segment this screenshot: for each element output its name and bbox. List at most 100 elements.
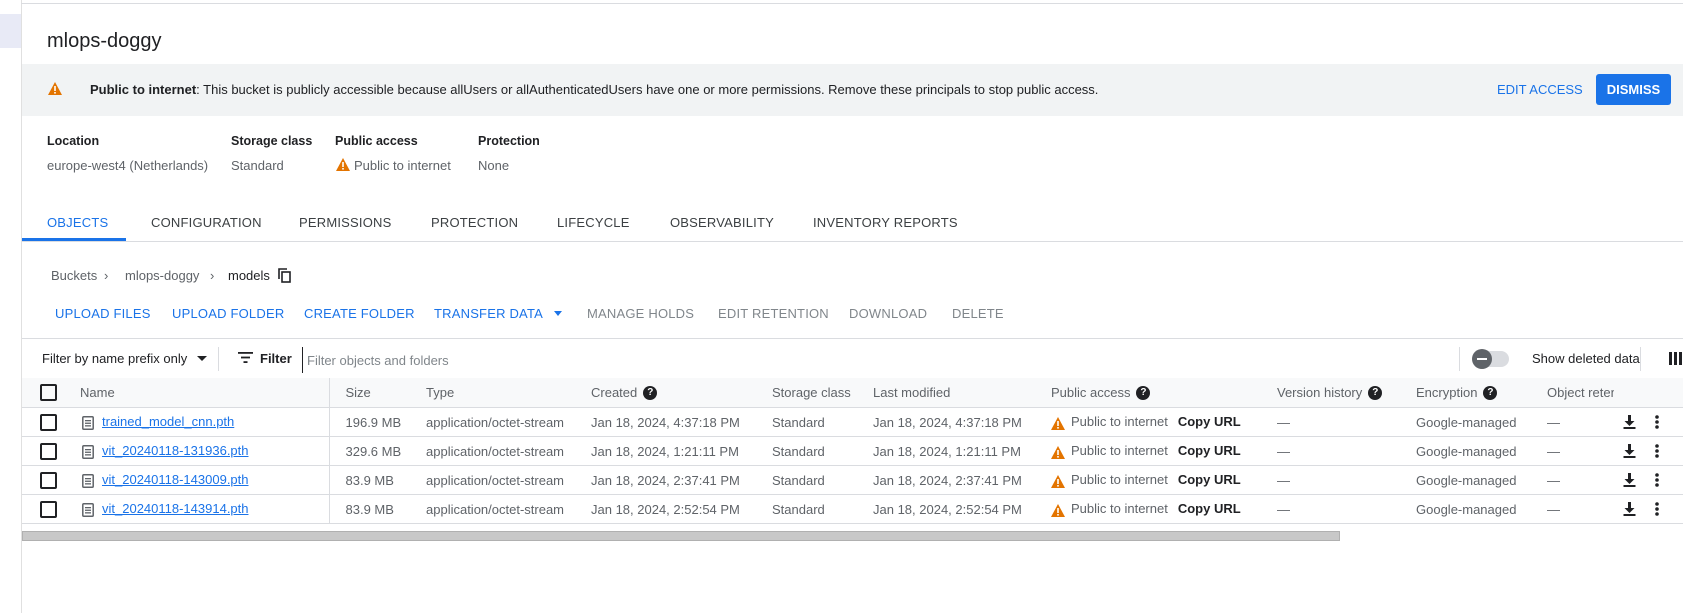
version-history-cell: — bbox=[1277, 465, 1416, 495]
header-public-access[interactable]: Public access? bbox=[1051, 378, 1277, 408]
name-cell: vit_20240118-143009.pth bbox=[80, 465, 330, 495]
object-name-link[interactable]: vit_20240118-131936.pth bbox=[102, 443, 249, 458]
warning-triangle-icon bbox=[1051, 474, 1065, 488]
size-cell: 329.6 MB bbox=[329, 436, 416, 466]
tab-protection[interactable]: PROTECTION bbox=[431, 215, 518, 230]
top-divider bbox=[21, 3, 1683, 4]
type-cell: application/octet-stream bbox=[416, 407, 591, 437]
table-row[interactable]: trained_model_cnn.pth 196.9 MB applicati… bbox=[22, 407, 1683, 437]
banner-text: : This bucket is publicly accessible bec… bbox=[196, 82, 1099, 97]
active-tab-indicator bbox=[22, 238, 126, 241]
row-checkbox[interactable] bbox=[40, 471, 57, 489]
last-modified-cell: Jan 18, 2024, 1:21:11 PM bbox=[873, 436, 1051, 466]
more-vert-icon[interactable] bbox=[1655, 473, 1659, 487]
object-name-link[interactable]: vit_20240118-143914.pth bbox=[102, 501, 249, 516]
help-icon[interactable]: ? bbox=[1368, 386, 1383, 401]
type-cell: application/octet-stream bbox=[416, 465, 591, 495]
dismiss-button[interactable]: DISMISS bbox=[1596, 74, 1671, 105]
copy-url-link[interactable]: Copy URL bbox=[1178, 472, 1241, 487]
breadcrumb-bucket[interactable]: mlops-doggy bbox=[125, 268, 199, 283]
tab-objects[interactable]: OBJECTS bbox=[47, 215, 108, 230]
header-name[interactable]: Name bbox=[80, 378, 330, 408]
divider bbox=[1459, 347, 1460, 371]
row-checkbox[interactable] bbox=[40, 413, 57, 431]
tab-inventory-reports[interactable]: INVENTORY REPORTS bbox=[813, 215, 958, 230]
copy-url-link[interactable]: Copy URL bbox=[1178, 501, 1241, 516]
table-row[interactable]: vit_20240118-131936.pth 329.6 MB applica… bbox=[22, 436, 1683, 466]
type-cell: application/octet-stream bbox=[416, 436, 591, 466]
retention-cell: — bbox=[1547, 407, 1614, 437]
filter-prefix-dropdown[interactable]: Filter by name prefix only bbox=[42, 351, 207, 366]
version-history-cell: — bbox=[1277, 407, 1416, 437]
filter-input[interactable] bbox=[302, 347, 1209, 373]
transfer-data-button[interactable]: TRANSFER DATA bbox=[434, 306, 563, 321]
created-cell: Jan 18, 2024, 2:37:41 PM bbox=[591, 465, 768, 495]
tab-lifecycle[interactable]: LIFECYCLE bbox=[557, 215, 630, 230]
copy-icon[interactable] bbox=[278, 268, 291, 283]
header-object-retention[interactable]: Object reten bbox=[1547, 378, 1614, 408]
header-encryption[interactable]: Encryption? bbox=[1416, 378, 1547, 408]
tab-configuration[interactable]: CONFIGURATION bbox=[151, 215, 262, 230]
name-cell: trained_model_cnn.pth bbox=[80, 407, 330, 437]
header-storage-class[interactable]: Storage class bbox=[768, 378, 873, 408]
help-icon[interactable]: ? bbox=[1483, 386, 1498, 401]
help-icon[interactable]: ? bbox=[1136, 386, 1151, 401]
table-row[interactable]: vit_20240118-143009.pth 83.9 MB applicat… bbox=[22, 465, 1683, 495]
copy-url-link[interactable]: Copy URL bbox=[1178, 414, 1241, 429]
tab-observability[interactable]: OBSERVABILITY bbox=[670, 215, 774, 230]
header-created[interactable]: Created? bbox=[591, 378, 768, 408]
last-modified-cell: Jan 18, 2024, 4:37:18 PM bbox=[873, 407, 1051, 437]
more-vert-icon[interactable] bbox=[1655, 415, 1659, 429]
header-version-history[interactable]: Version history? bbox=[1277, 378, 1416, 408]
edit-access-button[interactable]: EDIT ACCESS bbox=[1497, 82, 1583, 97]
name-cell: vit_20240118-143914.pth bbox=[80, 494, 330, 524]
download-icon[interactable] bbox=[1623, 415, 1636, 429]
copy-url-link[interactable]: Copy URL bbox=[1178, 443, 1241, 458]
column-display-icon[interactable] bbox=[1669, 352, 1682, 365]
upload-files-button[interactable]: UPLOAD FILES bbox=[55, 306, 151, 321]
upload-folder-button[interactable]: UPLOAD FOLDER bbox=[172, 306, 284, 321]
filter-lines-icon bbox=[238, 352, 253, 363]
delete-button[interactable]: DELETE bbox=[952, 306, 1004, 321]
select-all-checkbox[interactable] bbox=[40, 384, 57, 402]
header-size[interactable]: Size bbox=[329, 378, 416, 408]
page-title: mlops-doggy bbox=[47, 30, 162, 52]
help-icon[interactable]: ? bbox=[643, 386, 658, 401]
object-name-link[interactable]: vit_20240118-143009.pth bbox=[102, 472, 249, 487]
row-checkbox[interactable] bbox=[40, 500, 57, 518]
warning-triangle-icon bbox=[336, 158, 350, 171]
more-vert-icon[interactable] bbox=[1655, 502, 1659, 516]
protection-value: None bbox=[478, 158, 510, 173]
public-access-banner: Public to internet: This bucket is publi… bbox=[22, 64, 1683, 116]
size-cell: 83.9 MB bbox=[329, 465, 416, 495]
download-icon[interactable] bbox=[1623, 502, 1636, 516]
show-deleted-label: Show deleted data bbox=[1532, 351, 1640, 366]
breadcrumb-folder: models bbox=[228, 268, 270, 283]
row-checkbox[interactable] bbox=[40, 442, 57, 460]
row-actions-cell bbox=[1614, 407, 1683, 437]
breadcrumb-buckets[interactable]: Buckets bbox=[51, 268, 97, 283]
public-access-text: Public to internet bbox=[354, 158, 451, 173]
divider bbox=[218, 347, 219, 371]
table-row[interactable]: vit_20240118-143914.pth 83.9 MB applicat… bbox=[22, 494, 1683, 524]
download-icon[interactable] bbox=[1623, 473, 1636, 487]
download-button[interactable]: DOWNLOAD bbox=[849, 306, 927, 321]
file-icon bbox=[82, 473, 94, 488]
warning-triangle-icon bbox=[1051, 503, 1065, 517]
manage-holds-button[interactable]: MANAGE HOLDS bbox=[587, 306, 694, 321]
horizontal-scrollbar[interactable] bbox=[22, 531, 1340, 541]
show-deleted-toggle[interactable] bbox=[1472, 349, 1509, 369]
object-name-link[interactable]: trained_model_cnn.pth bbox=[102, 414, 234, 429]
header-last-modified[interactable]: Last modified bbox=[873, 378, 1051, 408]
public-access-label: Public access bbox=[335, 134, 418, 148]
create-folder-button[interactable]: CREATE FOLDER bbox=[304, 306, 415, 321]
left-nav-active-item[interactable] bbox=[0, 14, 21, 48]
header-actions bbox=[1614, 378, 1683, 408]
more-vert-icon[interactable] bbox=[1655, 444, 1659, 458]
header-encryption-label: Encryption bbox=[1416, 384, 1478, 400]
header-type[interactable]: Type bbox=[416, 378, 591, 408]
download-icon[interactable] bbox=[1623, 444, 1636, 458]
tab-permissions[interactable]: PERMISSIONS bbox=[299, 215, 392, 230]
filter-prefix-label: Filter by name prefix only bbox=[42, 351, 188, 366]
edit-retention-button[interactable]: EDIT RETENTION bbox=[718, 306, 829, 321]
